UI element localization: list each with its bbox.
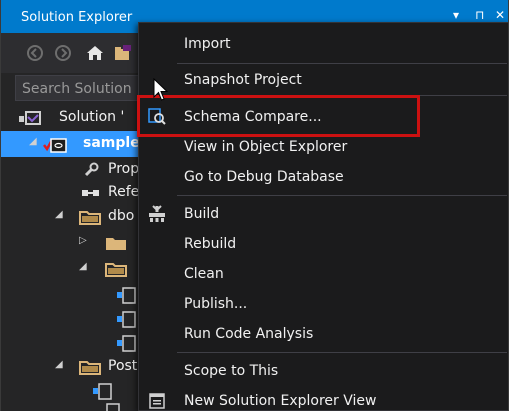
solution-explorer-window: Solution Explorer ▾ ⊓ ✕ Search Solution … (0, 0, 509, 411)
tree-item-solution[interactable]: Solution ' (1, 105, 141, 131)
forward-icon[interactable] (53, 43, 73, 63)
window-title: Solution Explorer (21, 10, 133, 25)
tree-item-subfolder[interactable]: ▷ (1, 230, 141, 256)
tree-item-label: sample (83, 135, 140, 151)
menu-item-new-solution-explorer-view[interactable]: New Solution Explorer View (139, 387, 508, 411)
menu-item-label: Publish... (184, 296, 248, 312)
tree-item-label: Post (108, 358, 138, 374)
menu-item-run-code-analysis[interactable]: Run Code Analysis (139, 320, 508, 348)
menu-item-label: Snapshot Project (184, 72, 302, 88)
menu-item-label: New Solution Explorer View (184, 393, 377, 409)
context-menu: Import Snapshot Project Schema Compare..… (138, 22, 508, 411)
tree-item-label: Prop (108, 161, 140, 177)
solution-icon (19, 110, 41, 130)
solution-folder-icon[interactable] (113, 43, 133, 63)
collapsed-arrow-icon[interactable]: ▷ (79, 235, 87, 246)
menu-item-label: Import (184, 36, 231, 52)
menu-separator (177, 352, 507, 353)
expanded-arrow-icon[interactable]: ◢ (79, 261, 87, 272)
expanded-arrow-icon[interactable]: ◢ (29, 136, 37, 147)
back-icon[interactable] (25, 43, 45, 63)
menu-item-label: Run Code Analysis (184, 326, 314, 342)
menu-item-label: View in Object Explorer (184, 139, 348, 155)
sql-file-icon (101, 403, 121, 411)
tree-item-dbo-folder[interactable]: ◢ dbo (1, 204, 141, 230)
menu-item-publish[interactable]: Publish... (139, 290, 508, 318)
expanded-arrow-icon[interactable]: ◢ (55, 359, 63, 370)
menu-separator (177, 195, 507, 196)
tree-item-project[interactable]: ◢ sample (1, 131, 141, 157)
tree-item-table-file[interactable] (1, 306, 141, 332)
tree-item-script-file[interactable] (1, 398, 141, 411)
home-icon[interactable] (85, 43, 105, 63)
highlight-annotation-box (137, 95, 420, 137)
tree-item-tables-folder[interactable]: ◢ (1, 256, 141, 282)
tree-item-table-file[interactable] (1, 282, 141, 308)
expanded-arrow-icon[interactable]: ◢ (55, 209, 63, 220)
tree-item-label: Refe (108, 184, 140, 200)
tree-item-label: dbo (108, 208, 135, 224)
menu-separator (177, 63, 507, 64)
tree-item-post-folder[interactable]: ◢ Post (1, 354, 141, 380)
menu-item-label: Build (184, 206, 220, 222)
mouse-cursor-icon (153, 77, 169, 106)
close-icon[interactable]: ✕ (495, 8, 505, 22)
menu-item-scope-to-this[interactable]: Scope to This (139, 357, 508, 385)
menu-item-label: Go to Debug Database (184, 169, 344, 185)
menu-item-clean[interactable]: Clean (139, 260, 508, 288)
build-icon (147, 204, 167, 224)
wrench-icon (83, 162, 99, 182)
tree-item-label: Solution ' (59, 109, 125, 125)
menu-item-label: Rebuild (184, 236, 237, 252)
dropdown-icon[interactable]: ▾ (453, 8, 459, 22)
menu-item-label: Scope to This (184, 363, 279, 379)
tree-item-references[interactable]: Refe (1, 180, 141, 206)
folder-icon (79, 209, 101, 229)
new-view-icon (147, 391, 167, 411)
menu-item-go-to-debug-database[interactable]: Go to Debug Database (139, 163, 508, 191)
search-placeholder: Search Solution (22, 81, 132, 97)
database-project-icon (43, 136, 67, 158)
menu-item-snapshot-project[interactable]: Snapshot Project (139, 66, 508, 94)
pin-icon[interactable]: ⊓ (475, 8, 484, 22)
menu-item-view-in-object-explorer[interactable]: View in Object Explorer (139, 133, 508, 161)
menu-item-build[interactable]: Build (139, 200, 508, 228)
menu-item-rebuild[interactable]: Rebuild (139, 230, 508, 258)
references-icon (81, 185, 101, 205)
folder-icon (105, 235, 127, 255)
folder-icon (105, 261, 127, 281)
tree-item-table-file[interactable] (1, 330, 141, 356)
folder-icon (79, 359, 101, 379)
menu-item-import[interactable]: Import (139, 30, 508, 58)
menu-item-label: Clean (184, 266, 224, 282)
